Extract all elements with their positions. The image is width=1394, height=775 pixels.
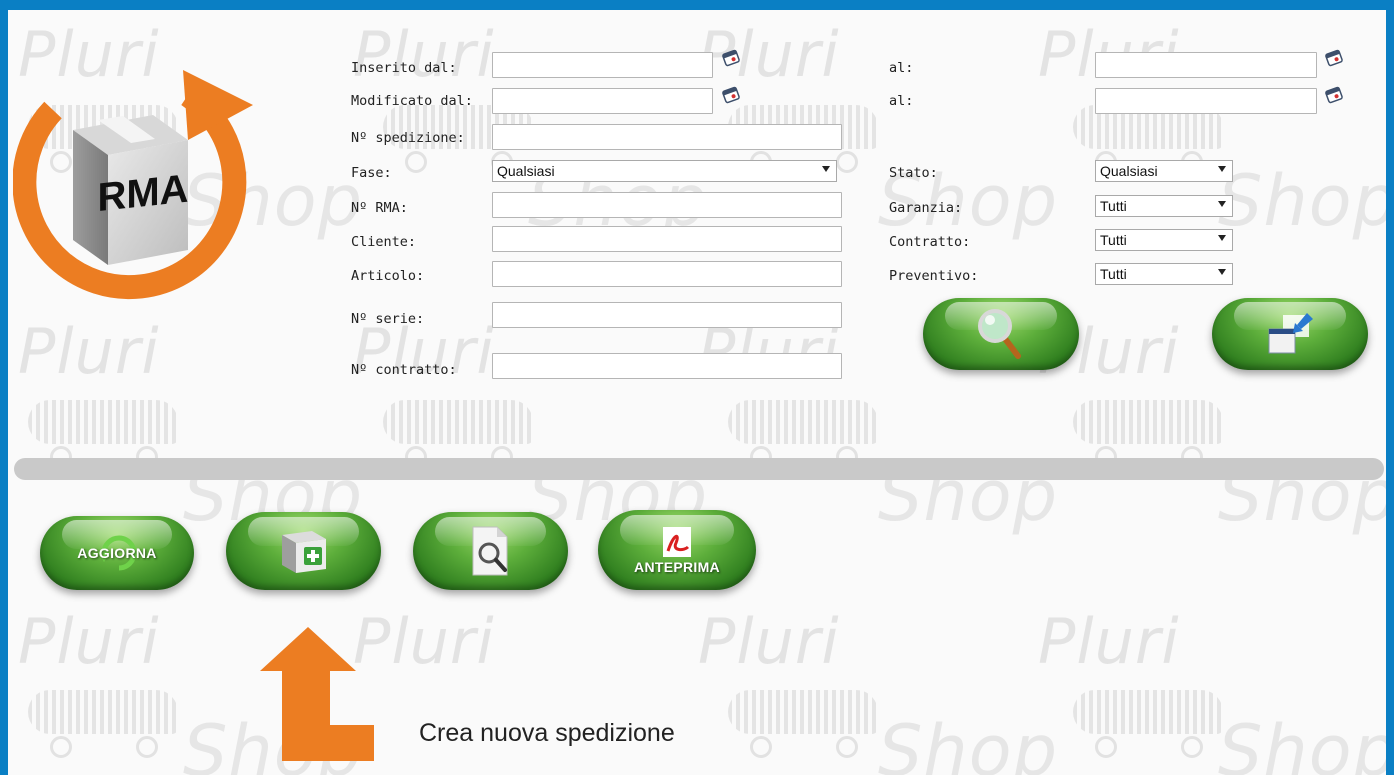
watermark-text: Pluri (698, 18, 840, 91)
refresh-button-label: AGGIORNA (77, 545, 157, 561)
phase-select-value: Qualsiasi (497, 163, 555, 179)
warranty-label: Garanzia: (889, 200, 963, 216)
quote-select-value: Tutti (1100, 266, 1127, 282)
customer-input[interactable] (492, 226, 842, 252)
chevron-down-icon (1218, 235, 1226, 241)
preview-button-label: ANTEPRIMA (634, 559, 720, 575)
view-document-button[interactable] (413, 512, 568, 590)
calendar-icon[interactable] (721, 85, 741, 105)
orange-arrow-icon (260, 627, 374, 761)
section-divider (14, 458, 1384, 480)
warranty-select[interactable]: Tutti (1095, 195, 1233, 217)
quote-label: Preventivo: (889, 268, 979, 284)
page-frame: Pluri Pluri Pluri Pluri Shop Shop Shop S… (8, 10, 1386, 775)
watermark-text: Pluri (1038, 605, 1180, 678)
watermark-text: Pluri (698, 605, 840, 678)
article-label: Articolo: (351, 268, 425, 284)
magnifier-icon (978, 309, 1021, 359)
shipment-no-input[interactable] (492, 124, 842, 150)
search-button[interactable] (923, 298, 1079, 370)
watermark-text: Pluri (18, 315, 160, 388)
watermark-text: Pluri (353, 605, 495, 678)
customer-label: Cliente: (351, 234, 417, 250)
watermark-cart-icon (28, 400, 178, 468)
rma-no-input[interactable] (492, 192, 842, 218)
phase-select[interactable]: Qualsiasi (492, 160, 837, 182)
rma-no-label: Nº RMA: (351, 200, 408, 216)
watermark-text: Shop (1218, 710, 1386, 775)
quote-select[interactable]: Tutti (1095, 263, 1233, 285)
shipment-no-label: Nº spedizione: (351, 130, 465, 146)
watermark-cart-icon (1073, 105, 1223, 173)
contract-select[interactable]: Tutti (1095, 229, 1233, 251)
contract-select-value: Tutti (1100, 232, 1127, 248)
modified-from-label: Modificato dal: (351, 93, 473, 109)
status-label: Stato: (889, 165, 938, 181)
watermark-text: Pluri (353, 18, 495, 91)
status-select[interactable]: Qualsiasi (1095, 160, 1233, 182)
preview-button-content: ANTEPRIMA (634, 525, 720, 575)
create-shipment-hint: Crea nuova spedizione (419, 719, 675, 747)
inserted-from-label: Inserito dal: (351, 60, 457, 76)
watermark-cart-icon (728, 690, 878, 758)
inserted-to-input[interactable] (1095, 52, 1317, 78)
warranty-select-value: Tutti (1100, 198, 1127, 214)
calendar-icon[interactable] (1324, 48, 1344, 68)
serial-no-input[interactable] (492, 302, 842, 328)
chevron-down-icon (822, 166, 830, 172)
watermark-cart-icon (728, 400, 878, 468)
calendar-icon[interactable] (1324, 85, 1344, 105)
new-shipment-button[interactable] (226, 512, 381, 590)
watermark-cart-icon (383, 400, 533, 468)
refresh-button[interactable]: AGGIORNA (40, 516, 194, 590)
inserted-to-label: al: (889, 60, 914, 76)
modified-to-label: al: (889, 93, 914, 109)
phase-label: Fase: (351, 165, 392, 181)
contract-no-label: Nº contratto: (351, 362, 457, 378)
export-button[interactable] (1212, 298, 1368, 370)
watermark-text: Shop (878, 710, 1059, 775)
contract-label: Contratto: (889, 234, 971, 250)
chevron-down-icon (1218, 269, 1226, 275)
document-search-icon (472, 526, 507, 576)
calendar-icon[interactable] (721, 48, 741, 68)
chevron-down-icon (1218, 166, 1226, 172)
modified-from-input[interactable] (492, 88, 713, 114)
article-input[interactable] (492, 261, 842, 287)
modified-to-input[interactable] (1095, 88, 1317, 114)
export-windows-icon (1268, 313, 1313, 354)
watermark-cart-icon (1073, 690, 1223, 758)
status-select-value: Qualsiasi (1100, 163, 1158, 179)
watermark-text: Pluri (18, 605, 160, 678)
contract-no-input[interactable] (492, 353, 842, 379)
pdf-icon (662, 527, 691, 557)
rma-logo: RMA (12, 50, 253, 300)
serial-no-label: Nº serie: (351, 311, 425, 327)
chevron-down-icon (1218, 201, 1226, 207)
add-box-icon (281, 531, 326, 573)
watermark-text: Shop (1218, 160, 1386, 242)
watermark-cart-icon (28, 690, 178, 758)
preview-button[interactable]: ANTEPRIMA (598, 510, 756, 590)
watermark-cart-icon (1073, 400, 1223, 468)
inserted-from-input[interactable] (492, 52, 713, 78)
